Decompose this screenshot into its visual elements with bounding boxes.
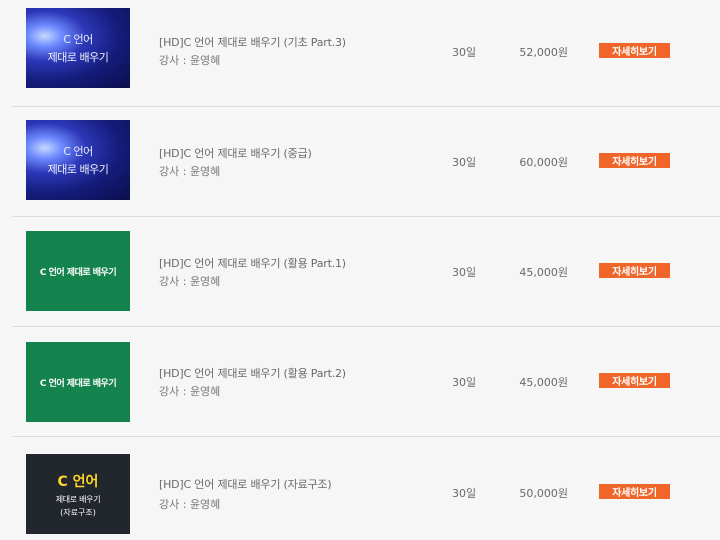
course-period: 30일	[452, 46, 477, 59]
course-thumbnail[interactable]: C 언어 제대로 배우기	[26, 342, 130, 422]
course-price: 45,000원	[519, 376, 568, 389]
thumbnail-title: C 언어	[57, 473, 99, 490]
course-teacher: 강사 : 윤영혜	[159, 165, 221, 178]
details-button[interactable]: 자세히보기	[599, 153, 670, 168]
details-button[interactable]: 자세히보기	[599, 484, 670, 499]
course-thumbnail[interactable]: C 언어 제대로 배우기	[26, 120, 130, 200]
thumbnail-title: C 언어 제대로 배우기	[39, 267, 117, 278]
thumbnail-topic: (자료구조)	[60, 507, 96, 517]
thumbnail-subtitle: 제대로 배우기	[47, 51, 109, 64]
row-divider	[12, 216, 720, 217]
course-period: 30일	[452, 376, 477, 389]
course-teacher: 강사 : 윤영혜	[159, 385, 221, 398]
course-price: 45,000원	[519, 266, 568, 279]
course-title[interactable]: [HD]C 언어 제대로 배우기 (자료구조)	[159, 476, 332, 492]
course-teacher: 강사 : 윤영혜	[159, 54, 221, 67]
details-button[interactable]: 자세히보기	[599, 43, 670, 58]
thumbnail-title: C 언어	[63, 145, 93, 158]
course-thumbnail[interactable]: C 언어 제대로 배우기	[26, 8, 130, 88]
thumbnail-subtitle: 제대로 배우기	[47, 163, 109, 176]
course-period: 30일	[452, 266, 477, 279]
course-title[interactable]: [HD]C 언어 제대로 배우기 (중급)	[159, 145, 312, 161]
course-title[interactable]: [HD]C 언어 제대로 배우기 (활용 Part.2)	[159, 365, 346, 381]
thumbnail-title: C 언어 제대로 배우기	[39, 378, 117, 389]
details-button[interactable]: 자세히보기	[599, 373, 670, 388]
course-price: 52,000원	[519, 46, 568, 59]
thumbnail-title: C 언어	[63, 33, 93, 46]
course-thumbnail[interactable]: C 언어 제대로 배우기	[26, 231, 130, 311]
course-period: 30일	[452, 487, 477, 500]
course-period: 30일	[452, 156, 477, 169]
row-divider	[12, 436, 720, 437]
course-list: C 언어 제대로 배우기 [HD]C 언어 제대로 배우기 (기초 Part.3…	[0, 0, 720, 540]
course-thumbnail[interactable]: C 언어 제대로 배우기 (자료구조)	[26, 454, 130, 534]
course-teacher: 강사 : 윤영혜	[159, 275, 221, 288]
row-divider	[12, 326, 720, 327]
row-divider	[12, 106, 720, 107]
thumbnail-subtitle: 제대로 배우기	[55, 494, 101, 504]
course-price: 50,000원	[519, 487, 568, 500]
course-price: 60,000원	[519, 156, 568, 169]
course-title[interactable]: [HD]C 언어 제대로 배우기 (활용 Part.1)	[159, 255, 346, 271]
course-title[interactable]: [HD]C 언어 제대로 배우기 (기초 Part.3)	[159, 34, 346, 50]
course-teacher: 강사 : 윤영혜	[159, 498, 221, 511]
details-button[interactable]: 자세히보기	[599, 263, 670, 278]
